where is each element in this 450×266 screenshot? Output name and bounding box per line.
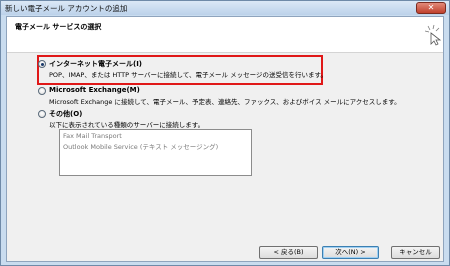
exchange-description: Microsoft Exchange に接続して、電子メール、予定表、連絡先、フ…	[49, 98, 401, 106]
other-radio[interactable]	[38, 110, 46, 118]
other-description: 以下に表示されている種類のサーバーに接続します。	[49, 121, 205, 129]
title-bar[interactable]: 新しい電子メール アカウントの追加 ✕	[1, 1, 449, 15]
exchange-radio[interactable]	[38, 87, 46, 95]
page-title: 電子メール サービスの選択	[15, 23, 102, 31]
internet-email-label[interactable]: インターネット電子メール(I)	[49, 59, 142, 69]
cancel-button[interactable]: キャンセル	[391, 246, 440, 259]
close-icon: ✕	[427, 3, 435, 12]
server-type-list[interactable]: Fax Mail Transport Outlook Mobile Servic…	[59, 129, 252, 176]
window-title: 新しい電子メール アカウントの追加	[5, 4, 128, 13]
next-button[interactable]: 次へ(N) >	[322, 246, 379, 259]
list-item[interactable]: Outlook Mobile Service (テキスト メッセージング)	[63, 141, 218, 151]
list-item[interactable]: Fax Mail Transport	[63, 132, 122, 140]
other-label[interactable]: その他(O)	[49, 109, 82, 119]
internet-email-description: POP、IMAP、または HTTP サーバーに接続して、電子メール メッセージの…	[49, 71, 327, 79]
dialog-client-area: 電子メール サービスの選択 インターネット電子メール(I) POP、IMAP、ま…	[6, 16, 444, 262]
wizard-header: 電子メール サービスの選択	[7, 17, 443, 53]
internet-email-radio[interactable]	[38, 60, 46, 68]
exchange-label[interactable]: Microsoft Exchange(M)	[49, 86, 140, 94]
close-button[interactable]: ✕	[416, 2, 446, 14]
cursor-sparkle-icon	[425, 24, 442, 46]
back-button[interactable]: < 戻る(B)	[259, 246, 318, 259]
dialog-window: 新しい電子メール アカウントの追加 ✕ 電子メール サービスの選択 インターネッ…	[0, 0, 450, 266]
